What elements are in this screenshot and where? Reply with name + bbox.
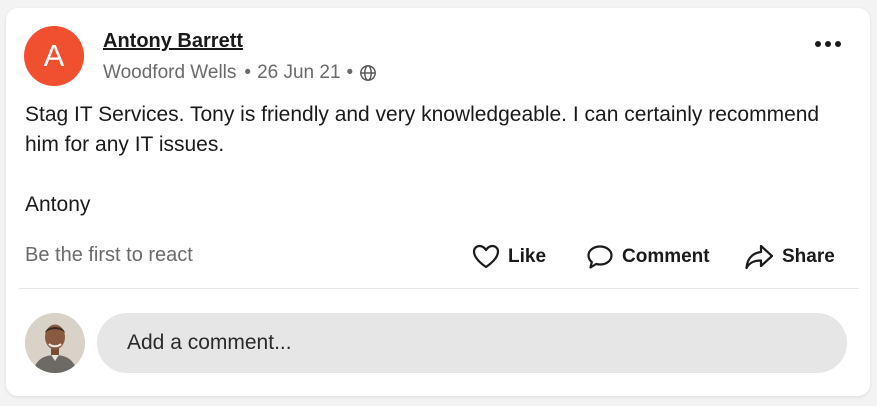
- share-label: Share: [782, 246, 835, 267]
- share-arrow-icon: [744, 243, 782, 271]
- author-name-link[interactable]: Antony Barrett: [103, 30, 243, 53]
- user-photo-avatar: [25, 313, 85, 373]
- share-button[interactable]: Share: [744, 242, 835, 272]
- more-dots-icon: [814, 40, 842, 48]
- post-body: Stag IT Services. Tony is friendly and v…: [25, 100, 845, 220]
- post-date: 26 Jun 21: [257, 62, 341, 83]
- like-button[interactable]: Like: [472, 242, 546, 272]
- heart-icon: [472, 244, 508, 270]
- post-meta: Woodford Wells • 26 Jun 21 •: [103, 62, 377, 84]
- speech-bubble-icon: [586, 244, 622, 270]
- post-card: A Antony Barrett Woodford Wells • 26 Jun…: [6, 8, 870, 396]
- like-label: Like: [508, 246, 547, 267]
- meta-separator: •: [346, 62, 354, 83]
- meta-separator: •: [244, 62, 252, 83]
- avatar-letter: A: [43, 38, 65, 73]
- reactions-summary[interactable]: Be the first to react: [25, 244, 193, 267]
- user-avatar[interactable]: [25, 313, 85, 373]
- divider: [19, 288, 859, 289]
- comment-button[interactable]: Comment: [586, 242, 710, 272]
- globe-icon: [359, 64, 377, 82]
- author-avatar[interactable]: A: [24, 26, 84, 86]
- author-location: Woodford Wells: [103, 62, 237, 83]
- post-signature: Antony: [25, 193, 91, 216]
- more-options-button[interactable]: [812, 32, 844, 56]
- comment-label: Comment: [622, 246, 710, 267]
- comment-input[interactable]: [97, 313, 847, 373]
- post-text: Stag IT Services. Tony is friendly and v…: [25, 103, 820, 156]
